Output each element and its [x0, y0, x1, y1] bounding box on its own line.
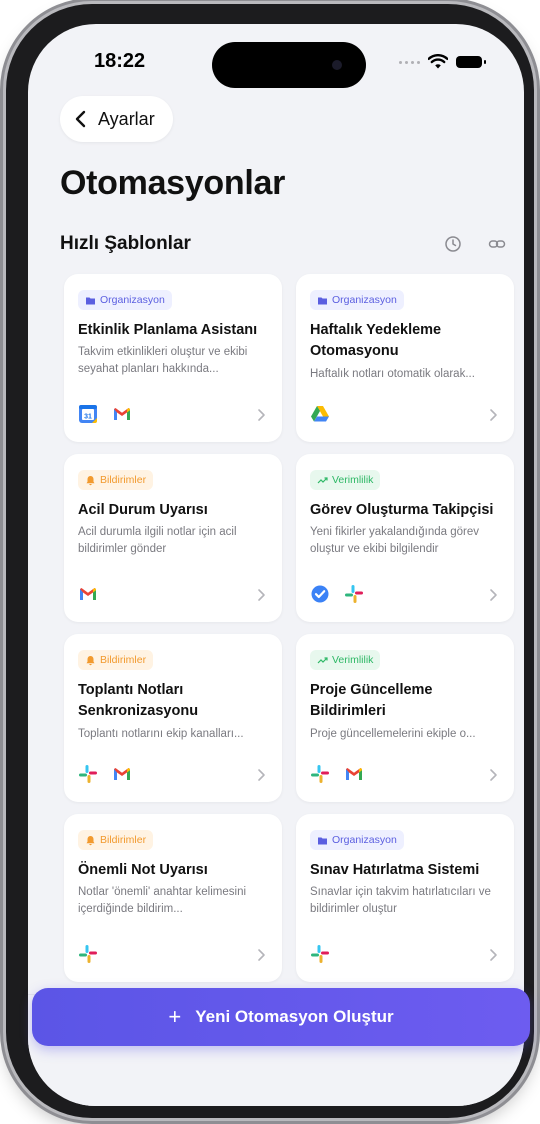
- category-badge: Bildirimler: [78, 650, 154, 670]
- chevron-right-icon: [490, 589, 497, 601]
- battery-icon: [456, 56, 486, 68]
- bell-icon: [86, 475, 95, 485]
- chevron-right-icon: [490, 769, 497, 781]
- phone-frame: 18:22 Ayarlar Otomasyonlar Hızlı Şablonl…: [6, 4, 534, 1118]
- slack-icon: [345, 585, 363, 603]
- category-badge: Organizasyon: [78, 290, 172, 310]
- google-drive-icon: [311, 406, 329, 422]
- badge-label: Organizasyon: [332, 294, 397, 306]
- template-card[interactable]: Organizasyon Haftalık Yedekleme Otomasyon…: [296, 274, 514, 442]
- gmail-icon: [80, 588, 96, 600]
- back-button[interactable]: Ayarlar: [60, 96, 173, 142]
- template-card[interactable]: Verimlilik Proje Güncelleme Bildirimleri P…: [296, 634, 514, 802]
- slack-icon: [311, 765, 329, 783]
- create-automation-label: Yeni Otomasyon Oluştur: [195, 1007, 394, 1026]
- template-card[interactable]: Verimlilik Görev Oluşturma Takipçisi Yeni …: [296, 454, 514, 622]
- status-icons: [399, 54, 486, 70]
- template-card[interactable]: Organizasyon Etkinlik Planlama Asistanı Ta…: [64, 274, 282, 442]
- chevron-left-icon: [75, 110, 86, 128]
- card-description: Sınavlar için takvim hatırlatıcıları ve …: [310, 886, 491, 915]
- badge-label: Organizasyon: [332, 834, 397, 846]
- chevron-right-icon: [490, 949, 497, 961]
- card-description: Takvim etkinlikleri oluştur ve ekibi sey…: [78, 346, 248, 375]
- cellular-signal-icon: [399, 60, 420, 64]
- category-badge: Verimlilik: [310, 470, 381, 490]
- chevron-right-icon: [258, 589, 265, 601]
- folder-icon: [318, 297, 327, 304]
- category-badge: Organizasyon: [310, 830, 404, 850]
- bell-icon: [86, 835, 95, 845]
- card-description: Acil durumla ilgili notlar için acil bil…: [78, 526, 237, 555]
- template-card[interactable]: Bildirimler Acil Durum Uyarısı Acil duruml…: [64, 454, 282, 622]
- app-icons: [78, 944, 98, 964]
- gmail-icon: [114, 408, 130, 420]
- link-icon[interactable]: [488, 235, 506, 253]
- template-card[interactable]: Organizasyon Sınav Hatırlatma Sistemi Sına…: [296, 814, 514, 982]
- section-header: Hızlı Şablonlar: [60, 230, 506, 258]
- category-badge: Organizasyon: [310, 290, 404, 310]
- template-card[interactable]: Bildirimler Önemli Not Uyarısı Notlar 'öne…: [64, 814, 282, 982]
- app-icons: [310, 944, 330, 964]
- card-title: Haftalık Yedekleme Otomasyonu: [310, 322, 442, 359]
- card-title: Toplantı Notları Senkronizasyonu: [78, 682, 199, 719]
- card-title: Acil Durum Uyarısı: [78, 502, 208, 518]
- google-calendar-icon: 31: [79, 405, 97, 423]
- card-description: Proje güncellemelerini ekiple o...: [310, 728, 476, 740]
- slack-icon: [311, 945, 329, 963]
- tasks-icon: [311, 585, 329, 603]
- dynamic-island: [212, 42, 366, 88]
- app-icons: [78, 584, 98, 604]
- badge-label: Organizasyon: [100, 294, 165, 306]
- chevron-right-icon: [258, 949, 265, 961]
- category-badge: Bildirimler: [78, 470, 154, 490]
- category-badge: Bildirimler: [78, 830, 154, 850]
- folder-icon: [318, 837, 327, 844]
- chevron-right-icon: [258, 409, 265, 421]
- clock-icon[interactable]: [444, 235, 462, 253]
- card-description: Notlar 'önemli' anahtar kelimesini içerd…: [78, 886, 247, 915]
- template-card[interactable]: Bildirimler Toplantı Notları Senkronizasy…: [64, 634, 282, 802]
- app-icons: [310, 404, 330, 424]
- card-title: Sınav Hatırlatma Sistemi: [310, 862, 480, 878]
- svg-text:31: 31: [84, 414, 92, 421]
- page-title: Otomasyonlar: [60, 164, 286, 202]
- card-description: Yeni fikirler yakalandığında görev oluşt…: [310, 526, 479, 555]
- back-label: Ayarlar: [98, 108, 155, 129]
- card-title: Etkinlik Planlama Asistanı: [78, 322, 258, 338]
- section-title: Hızlı Şablonlar: [60, 233, 191, 254]
- trend-up-icon: [317, 656, 328, 663]
- gmail-icon: [346, 768, 362, 780]
- card-title: Proje Güncelleme Bildirimleri: [310, 682, 433, 719]
- trend-up-icon: [317, 476, 328, 483]
- card-description: Haftalık notları otomatik olarak...: [310, 368, 475, 380]
- chevron-right-icon: [490, 409, 497, 421]
- plus-icon: +: [168, 1004, 182, 1029]
- screen: 18:22 Ayarlar Otomasyonlar Hızlı Şablonl…: [28, 24, 524, 1106]
- card-title: Önemli Not Uyarısı: [78, 862, 208, 878]
- chevron-right-icon: [258, 769, 265, 781]
- app-icons: [310, 584, 364, 604]
- bell-icon: [86, 655, 95, 665]
- app-icons: [78, 764, 132, 784]
- slack-icon: [79, 945, 97, 963]
- badge-label: Bildirimler: [100, 654, 147, 666]
- card-title: Görev Oluşturma Takipçisi: [310, 502, 494, 518]
- slack-icon: [79, 765, 97, 783]
- badge-label: Verimlilik: [332, 654, 374, 666]
- status-time: 18:22: [94, 50, 146, 72]
- card-description: Toplantı notlarını ekip kanalları...: [78, 728, 244, 740]
- badge-label: Bildirimler: [100, 834, 147, 846]
- app-icons: [310, 764, 364, 784]
- create-automation-button[interactable]: + Yeni Otomasyon Oluştur: [32, 988, 530, 1046]
- category-badge: Verimlilik: [310, 650, 381, 670]
- folder-icon: [86, 297, 95, 304]
- gmail-icon: [114, 768, 130, 780]
- wifi-icon: [428, 54, 448, 69]
- badge-label: Bildirimler: [100, 474, 147, 486]
- app-icons: 31: [78, 404, 132, 424]
- badge-label: Verimlilik: [332, 474, 374, 486]
